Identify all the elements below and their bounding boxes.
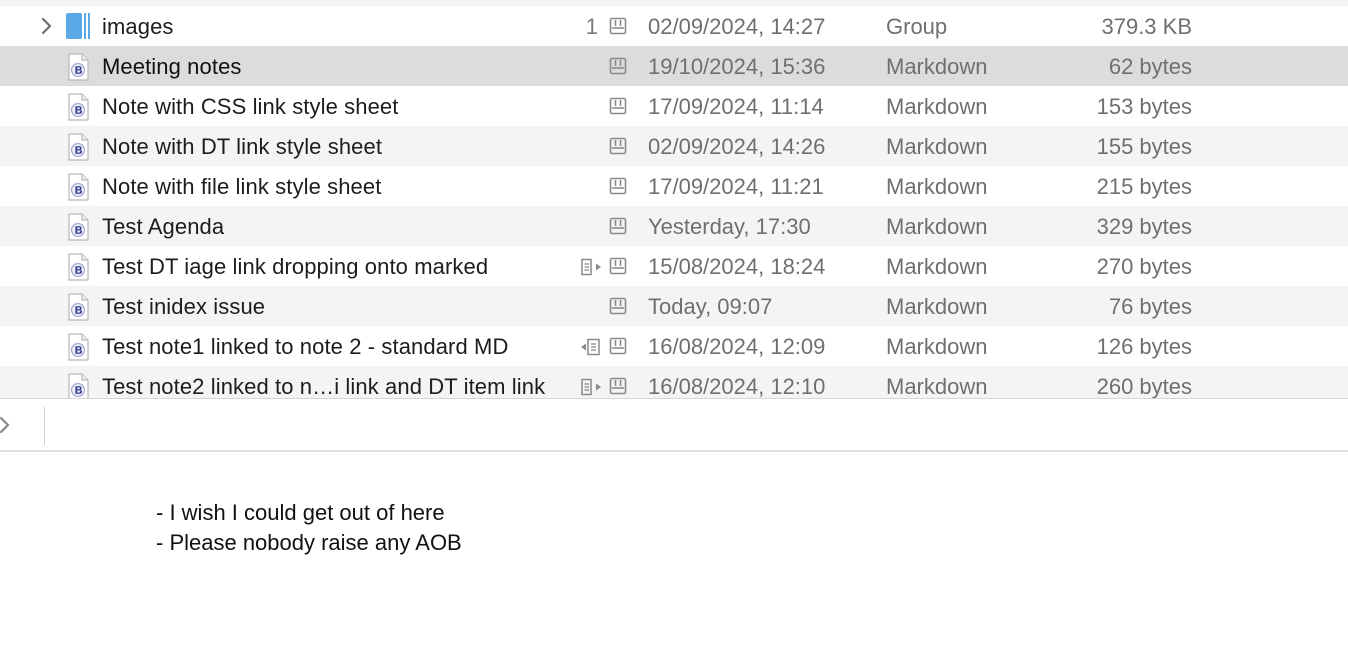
modified-date: Today, 09:07 (648, 294, 773, 319)
group-folder-icon (64, 11, 94, 41)
file-size: 270 bytes (1096, 254, 1192, 279)
annotation-icon (608, 296, 630, 318)
annotation-icon (608, 176, 630, 198)
file-size: 260 bytes (1096, 374, 1192, 398)
file-kind: Markdown (886, 134, 988, 159)
preview-list: - I wish I could get out of here - Pleas… (156, 498, 462, 558)
file-size: 379.3 KB (1101, 14, 1192, 39)
annotation-icon (608, 216, 630, 238)
markdown-document-icon (64, 212, 92, 242)
markdown-document-icon (64, 172, 92, 202)
file-kind: Markdown (886, 334, 988, 359)
file-row[interactable]: Meeting notes 19/10/2024, 15:36 Markdown 62… (0, 46, 1348, 86)
file-name: Test note1 linked to note 2 - standard M… (102, 334, 509, 359)
item-count: 1 (585, 14, 598, 39)
file-kind: Markdown (886, 174, 988, 199)
nav-separator (44, 407, 45, 445)
navigation-bar (0, 399, 1348, 452)
file-name: Test Agenda (102, 214, 225, 239)
file-row[interactable]: Note with DT link style sheet 02/09/2024,… (0, 126, 1348, 166)
file-name: Test inidex issue (102, 294, 266, 319)
modified-date: 17/09/2024, 11:21 (648, 174, 824, 199)
markdown-document-icon (64, 332, 92, 362)
modified-date: 02/09/2024, 14:26 (648, 134, 826, 159)
file-kind: Markdown (886, 94, 988, 119)
file-kind: Markdown (886, 254, 988, 279)
file-row[interactable]: Note with file link style sheet 17/09/202… (0, 166, 1348, 206)
markdown-document-icon (64, 252, 92, 282)
file-name: images (102, 14, 174, 39)
markdown-document-icon (64, 132, 92, 162)
file-size: 215 bytes (1096, 174, 1192, 199)
chevron-right-icon[interactable] (0, 415, 14, 435)
modified-date: 17/09/2024, 11:14 (648, 94, 824, 119)
modified-date: 15/08/2024, 18:24 (648, 254, 826, 279)
markdown-document-icon (64, 52, 92, 82)
outgoing-link-icon (580, 377, 602, 397)
markdown-document-icon (64, 292, 92, 322)
markdown-document-icon (64, 92, 92, 122)
document-preview[interactable]: - I wish I could get out of here - Pleas… (0, 454, 1348, 664)
file-row[interactable]: Test note1 linked to note 2 - standard M… (0, 326, 1348, 366)
modified-date: 02/09/2024, 14:27 (648, 14, 826, 39)
annotation-icon (608, 376, 630, 398)
file-name: Test DT iage link dropping onto marked (102, 254, 489, 279)
file-kind: Markdown (886, 54, 988, 79)
outgoing-link-icon (580, 257, 602, 277)
file-size: 329 bytes (1096, 214, 1192, 239)
annotation-icon (608, 96, 630, 118)
file-row[interactable]: Test Agenda Yesterday, 17:30 Markdown 329 b… (0, 206, 1348, 246)
file-size: 155 bytes (1096, 134, 1192, 159)
markdown-document-icon (64, 372, 92, 398)
file-kind: Markdown (886, 214, 988, 239)
file-row[interactable]: Note with CSS link style sheet 17/09/2024… (0, 86, 1348, 126)
modified-date: 19/10/2024, 15:36 (648, 54, 826, 79)
file-row[interactable]: Test note2 linked to n…i link and DT ite… (0, 366, 1348, 398)
file-rows: images 1 02/09/2024, 14:27 Group 379.3 KB Mee… (0, 6, 1348, 398)
file-name: Note with DT link style sheet (102, 134, 383, 159)
annotation-icon (608, 56, 630, 78)
file-size: 126 bytes (1096, 334, 1192, 359)
modified-date: 16/08/2024, 12:09 (648, 334, 826, 359)
annotation-icon (608, 16, 630, 38)
file-row[interactable]: Test DT iage link dropping onto marked 15… (0, 246, 1348, 286)
file-size: 62 bytes (1108, 54, 1192, 79)
preview-line: - Please nobody raise any AOB (156, 530, 462, 555)
file-name: Test note2 linked to n…i link and DT ite… (102, 374, 546, 398)
file-row[interactable]: Test inidex issue Today, 09:07 Markdown 76 … (0, 286, 1348, 326)
file-kind: Markdown (886, 374, 988, 398)
incoming-link-icon (580, 337, 602, 357)
file-kind: Group (886, 14, 948, 39)
disclosure-chevron-icon[interactable] (36, 16, 56, 36)
annotation-icon (608, 256, 630, 278)
file-name: Note with CSS link style sheet (102, 94, 399, 119)
file-name: Note with file link style sheet (102, 174, 382, 199)
preview-line: - I wish I could get out of here (156, 500, 445, 525)
file-list: images 1 02/09/2024, 14:27 Group 379.3 KB Mee… (0, 0, 1348, 398)
annotation-icon (608, 336, 630, 358)
file-kind: Markdown (886, 294, 988, 319)
annotation-icon (608, 136, 630, 158)
file-name: Meeting notes (102, 54, 242, 79)
file-size: 153 bytes (1096, 94, 1192, 119)
file-size: 76 bytes (1108, 294, 1192, 319)
modified-date: 16/08/2024, 12:10 (648, 374, 826, 398)
file-row[interactable]: images 1 02/09/2024, 14:27 Group 379.3 KB (0, 6, 1348, 46)
modified-date: Yesterday, 17:30 (648, 214, 811, 239)
